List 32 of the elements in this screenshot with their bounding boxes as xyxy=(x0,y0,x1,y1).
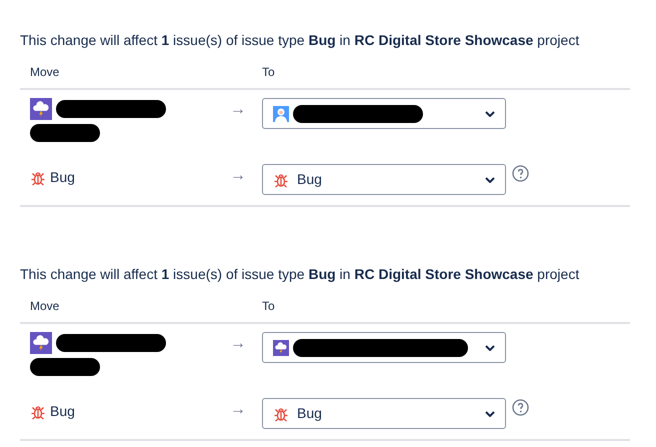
bug-icon xyxy=(273,172,289,188)
column-header: Move xyxy=(30,64,60,81)
bug-icon xyxy=(273,406,289,422)
help-icon[interactable] xyxy=(512,399,529,416)
redaction-mark xyxy=(30,358,100,376)
select-field[interactable] xyxy=(262,98,506,129)
change-message: This change will affect 1 issue(s) of issue type Bug in RC Digital Store Showcase project xyxy=(20,31,580,49)
arrow-label: → xyxy=(230,334,247,354)
chevron-down-icon xyxy=(485,176,495,182)
arrow-label: → xyxy=(230,166,247,186)
arrow-label: → xyxy=(230,100,247,120)
select-field[interactable]: Bug xyxy=(262,398,506,429)
bug-icon xyxy=(30,404,46,420)
column-header: Move xyxy=(30,298,60,315)
help-icon[interactable] xyxy=(512,165,529,182)
select-field[interactable]: Bug xyxy=(262,164,506,195)
issue-type-label: Bug xyxy=(50,402,75,421)
chevron-down-icon xyxy=(485,410,495,416)
chevron-down-icon xyxy=(485,110,495,116)
chevron-down-icon xyxy=(485,344,495,350)
issue-type-label: Bug xyxy=(50,168,75,187)
change-message: This change will affect 1 issue(s) of issue type Bug in RC Digital Store Showcase project xyxy=(20,265,580,283)
storm-cloud-icon xyxy=(30,332,52,354)
user-avatar-icon xyxy=(273,106,289,122)
arrow-label: → xyxy=(230,400,247,420)
redaction-mark xyxy=(30,124,100,142)
column-header: To xyxy=(262,64,275,81)
storm-cloud-icon xyxy=(273,340,289,356)
select-field[interactable] xyxy=(262,332,506,363)
column-header: To xyxy=(262,298,275,315)
storm-cloud-icon xyxy=(30,98,52,120)
bug-icon xyxy=(30,170,46,186)
